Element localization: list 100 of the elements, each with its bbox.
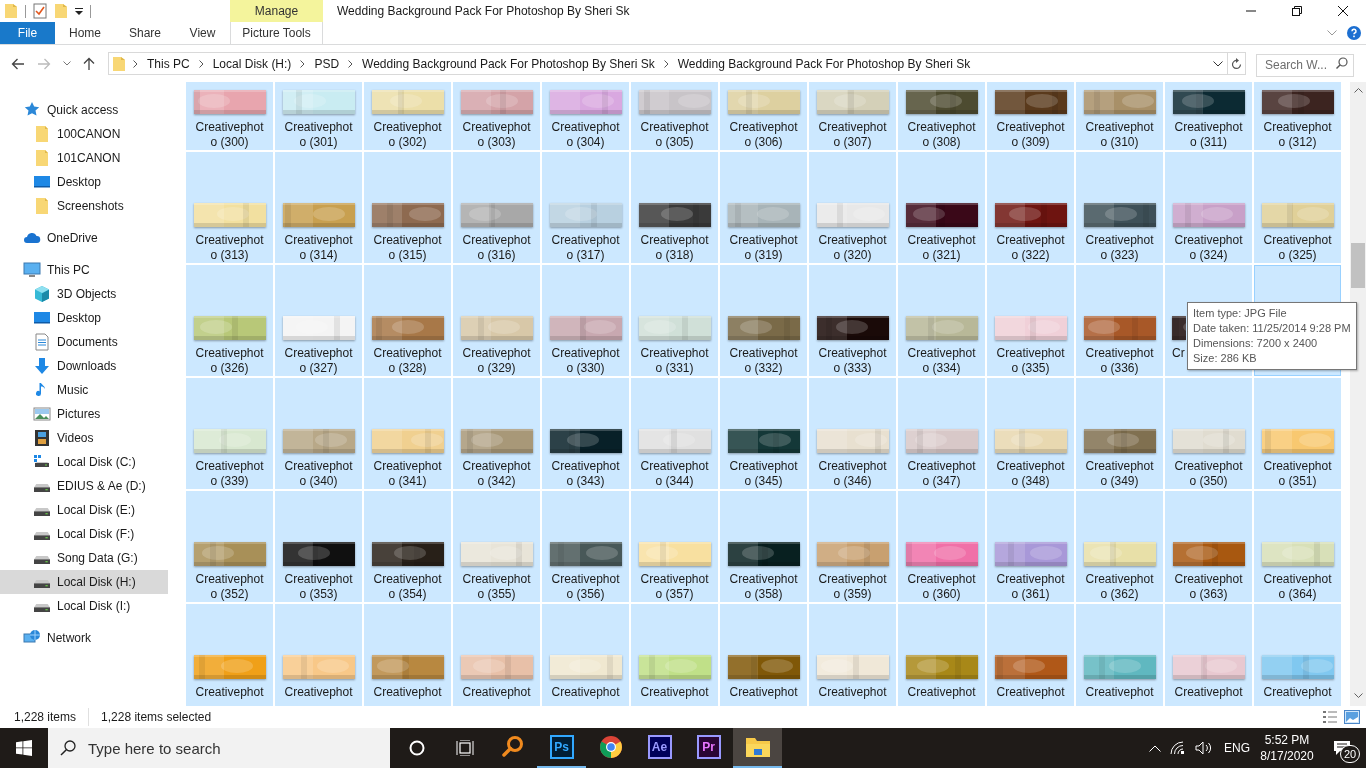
nav-item[interactable]: 3D Objects xyxy=(0,282,168,306)
file-item[interactable]: Creativephoto (331) xyxy=(631,265,718,376)
file-item[interactable]: Creativephot xyxy=(631,604,718,706)
ribbon-tab[interactable]: View xyxy=(175,22,230,44)
file-item[interactable]: Creativephoto (358) xyxy=(720,491,807,602)
nav-item[interactable]: Song Data (G:) xyxy=(0,546,168,570)
file-item[interactable]: Creativephoto (301) xyxy=(275,82,362,150)
breadcrumb[interactable]: Wedding Background Pack For Photoshop By Sheri Sk xyxy=(360,54,657,73)
file-item[interactable]: Creativephoto (357) xyxy=(631,491,718,602)
file-item[interactable]: Creativephoto (324) xyxy=(1165,152,1252,263)
file-item[interactable]: Creativephoto (300) xyxy=(186,82,273,150)
file-item[interactable]: Creativephoto (325) xyxy=(1254,152,1341,263)
breadcrumb[interactable]: PSD xyxy=(312,54,342,73)
file-item[interactable]: Creativephoto (328) xyxy=(364,265,451,376)
nav-item[interactable]: 100CANON xyxy=(0,122,168,146)
clock[interactable]: 5:52 PM 8/17/2020 xyxy=(1256,728,1318,768)
scrollbar-thumb[interactable] xyxy=(1351,243,1365,288)
file-item[interactable]: Creativephoto (341) xyxy=(364,378,451,489)
file-item[interactable]: Creativephoto (340) xyxy=(275,378,362,489)
file-item[interactable]: Creativephot xyxy=(1076,604,1163,706)
nav-item[interactable]: Desktop xyxy=(0,170,168,194)
chevron-right-icon[interactable] xyxy=(133,59,138,68)
taskbar-app[interactable]: Ps xyxy=(537,728,586,768)
file-item[interactable]: Creativephot xyxy=(186,604,273,706)
scroll-up-icon[interactable] xyxy=(1353,88,1363,93)
taskbar-app[interactable]: Pr xyxy=(684,728,733,768)
nav-item[interactable]: Pictures xyxy=(0,402,168,426)
large-icons-view-icon[interactable] xyxy=(1344,710,1360,724)
ribbon-tab[interactable]: Share xyxy=(115,22,175,44)
file-item[interactable]: Creativephoto (333) xyxy=(809,265,896,376)
details-view-icon[interactable] xyxy=(1322,710,1338,724)
file-item[interactable]: Creativephoto (335) xyxy=(987,265,1074,376)
file-item[interactable]: Creativephoto (348) xyxy=(987,378,1074,489)
file-item[interactable]: Creativephoto (320) xyxy=(809,152,896,263)
file-item[interactable]: Creativephoto (319) xyxy=(720,152,807,263)
file-item[interactable]: Creativephoto (355) xyxy=(453,491,540,602)
file-item[interactable]: Creativephot xyxy=(542,604,629,706)
breadcrumb[interactable]: Wedding Background Pack For Photoshop By Sheri Sk xyxy=(675,54,973,73)
file-item[interactable]: Creativephoto (363) xyxy=(1165,491,1252,602)
file-item[interactable]: Creativephoto (313) xyxy=(186,152,273,263)
nav-item[interactable]: Local Disk (H:) xyxy=(0,570,168,594)
nav-item[interactable]: Quick access xyxy=(0,98,168,122)
file-item[interactable]: Creativephoto (312) xyxy=(1254,82,1341,150)
file-item[interactable]: Creativephoto (353) xyxy=(275,491,362,602)
file-item[interactable]: Creativephoto (336) xyxy=(1076,265,1163,376)
file-item[interactable]: Creativephoto (362) xyxy=(1076,491,1163,602)
file-item[interactable]: Creativephoto (344) xyxy=(631,378,718,489)
nav-item[interactable]: Local Disk (I:) xyxy=(0,594,168,618)
taskbar-app[interactable]: Ae xyxy=(635,728,684,768)
file-item[interactable]: Creativephoto (315) xyxy=(364,152,451,263)
file-item[interactable]: Creativephot xyxy=(809,604,896,706)
file-item[interactable]: Creativephoto (349) xyxy=(1076,378,1163,489)
file-item[interactable]: Creativephoto (308) xyxy=(898,82,985,150)
file-item[interactable]: Creativephot xyxy=(720,604,807,706)
file-item[interactable]: Creativephoto (343) xyxy=(542,378,629,489)
ribbon-tab[interactable]: Picture Tools xyxy=(230,22,323,44)
nav-item[interactable]: 101CANON xyxy=(0,146,168,170)
file-item[interactable]: Creativephot xyxy=(987,604,1074,706)
file-item[interactable]: Creativephoto (345) xyxy=(720,378,807,489)
back-arrow-icon[interactable] xyxy=(11,57,25,70)
file-item[interactable]: Creativephoto (302) xyxy=(364,82,451,150)
file-item[interactable]: Creativephoto (317) xyxy=(542,152,629,263)
file-item[interactable]: Creativephoto (310) xyxy=(1076,82,1163,150)
up-arrow-icon[interactable] xyxy=(83,56,95,71)
file-item[interactable]: Creativephot xyxy=(1254,604,1341,706)
chevron-right-icon[interactable] xyxy=(300,59,306,68)
nav-item[interactable]: Local Disk (E:) xyxy=(0,498,168,522)
file-item[interactable]: Creativephoto (361) xyxy=(987,491,1074,602)
file-item[interactable]: Creativephot xyxy=(453,604,540,706)
file-item[interactable]: Creativephoto (311) xyxy=(1165,82,1252,150)
file-item[interactable]: Creativephoto (323) xyxy=(1076,152,1163,263)
file-item[interactable]: Creativephoto (350) xyxy=(1165,378,1252,489)
nav-item[interactable]: OneDrive xyxy=(0,226,168,250)
file-item[interactable]: Creativephoto (327) xyxy=(275,265,362,376)
nav-item[interactable]: Downloads xyxy=(0,354,168,378)
file-item[interactable]: Creativephoto (342) xyxy=(453,378,540,489)
file-item[interactable]: Creativephoto (330) xyxy=(542,265,629,376)
file-item[interactable]: Creativephoto (354) xyxy=(364,491,451,602)
chevron-right-icon[interactable] xyxy=(663,59,669,68)
scrollbar[interactable] xyxy=(1350,82,1366,706)
nav-item[interactable]: Music xyxy=(0,378,168,402)
nav-item[interactable]: This PC xyxy=(0,258,168,282)
properties-icon[interactable] xyxy=(33,3,47,19)
file-item[interactable]: Creativephoto (307) xyxy=(809,82,896,150)
file-item[interactable]: Creativephoto (359) xyxy=(809,491,896,602)
scroll-down-icon[interactable] xyxy=(1353,693,1363,698)
ribbon-tab[interactable]: File xyxy=(0,22,55,44)
nav-item[interactable]: Desktop xyxy=(0,306,168,330)
nav-item[interactable]: Network xyxy=(0,626,168,650)
file-item[interactable]: Creativephoto (329) xyxy=(453,265,540,376)
taskbar-app[interactable] xyxy=(733,728,782,768)
nav-item[interactable]: Documents xyxy=(0,330,168,354)
chevron-right-icon[interactable] xyxy=(348,59,354,68)
nav-item[interactable]: Screenshots xyxy=(0,194,168,218)
notifications-button[interactable]: 20 xyxy=(1318,728,1366,768)
ribbon-tab[interactable]: Home xyxy=(55,22,115,44)
nav-item[interactable]: EDIUS & Ae (D:) xyxy=(0,474,168,498)
file-item[interactable]: Creativephoto (314) xyxy=(275,152,362,263)
file-item[interactable]: Creativephot xyxy=(898,604,985,706)
dropdown-icon[interactable] xyxy=(1213,60,1223,67)
